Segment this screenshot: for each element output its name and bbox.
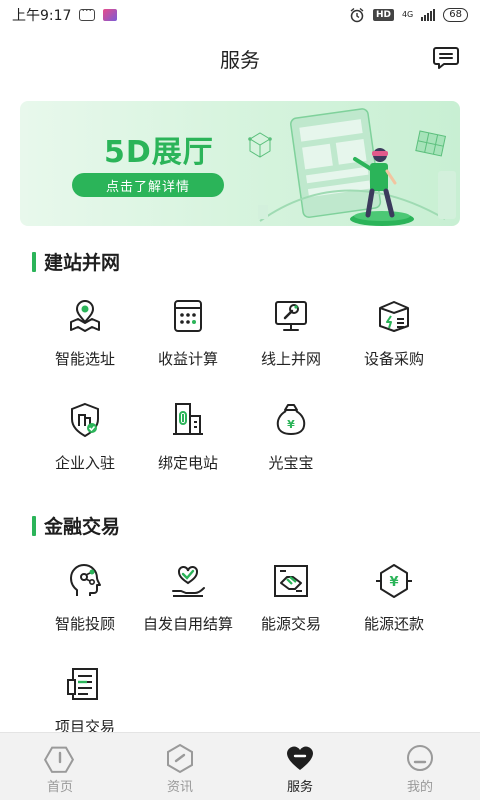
tab-service[interactable]: 服务 — [240, 733, 360, 800]
tab-label: 资讯 — [166, 780, 193, 795]
banner-title: 5D展厅 — [104, 135, 214, 170]
service-bind-station[interactable]: 绑定电站 — [136, 400, 240, 480]
service-guangbaobao[interactable]: ¥ 光宝宝 — [239, 400, 343, 480]
service-company-join[interactable]: 企业入驻 — [33, 400, 137, 480]
service-label: 设备采购 — [363, 350, 424, 368]
hexagon-yen-icon: ¥ — [376, 564, 412, 598]
head-gear-icon — [70, 564, 101, 596]
money-bag-icon: ¥ — [276, 404, 306, 436]
service-label: 能源还款 — [363, 615, 424, 633]
page-title: 服务 — [220, 47, 260, 72]
handshake-icon — [274, 565, 308, 597]
tab-label: 服务 — [286, 780, 313, 795]
message-notification-icon — [79, 4, 96, 21]
service-label: 收益计算 — [157, 350, 218, 368]
signal-icon — [421, 9, 436, 21]
service-label: 自发自用结算 — [142, 615, 233, 633]
section-title-finance: 金融交易 — [32, 512, 120, 539]
status-time: 上午9:17 — [12, 8, 72, 24]
hand-heart-icon — [172, 565, 205, 597]
alarm-icon — [350, 7, 364, 23]
calculator-icon — [174, 300, 202, 332]
status-bar: 上午9:17 HD 4G 68 — [0, 0, 480, 30]
service-smart-advisor[interactable]: 智能投顾 — [33, 561, 137, 641]
service-label: 企业入驻 — [54, 454, 115, 472]
building-link-icon — [173, 403, 203, 435]
tab-label: 我的 — [406, 780, 433, 795]
service-label: 光宝宝 — [268, 454, 314, 472]
service-label: 智能投顾 — [54, 615, 115, 633]
tab-profile[interactable]: 我的 — [360, 733, 480, 800]
service-energy-trade[interactable]: 能源交易 — [239, 561, 343, 641]
tab-news[interactable]: 资讯 — [120, 733, 240, 800]
box-icon — [379, 301, 409, 332]
service-label: 能源交易 — [260, 615, 321, 633]
service-label: 绑定电站 — [157, 454, 218, 472]
service-self-use-settlement[interactable]: 自发自用结算 — [136, 561, 240, 641]
news-icon — [167, 743, 193, 774]
service-smart-site[interactable]: 智能选址 — [33, 296, 137, 376]
section-accent-bar — [32, 515, 36, 536]
banner-detail-button[interactable]: 点击了解详情 — [72, 173, 224, 197]
hd-icon: HD — [372, 9, 394, 21]
shield-company-icon — [71, 402, 99, 438]
top-header: 服务 — [0, 30, 480, 86]
service-label: 线上并网 — [260, 350, 321, 368]
location-map-icon — [70, 300, 100, 332]
heart-service-icon — [287, 746, 313, 770]
app-notification-icon — [103, 9, 118, 21]
home-icon — [44, 746, 75, 773]
svg-text:¥: ¥ — [389, 575, 398, 590]
service-online-grid[interactable]: 线上并网 — [239, 296, 343, 376]
document-icon — [67, 668, 98, 700]
svg-text:¥: ¥ — [287, 418, 295, 431]
section-title-grid: 建站并网 — [32, 248, 120, 275]
service-energy-repay[interactable]: ¥ 能源还款 — [342, 561, 446, 641]
service-page: 上午9:17 HD 4G 68 服务 5D展厅 点击了解详情 — [0, 0, 480, 800]
service-equipment[interactable]: 设备采购 — [342, 296, 446, 376]
showroom-banner[interactable]: 5D展厅 点击了解详情 — [20, 101, 460, 226]
banner-illustration — [248, 108, 456, 226]
profile-icon — [407, 745, 433, 771]
section-title-text: 金融交易 — [44, 516, 121, 538]
service-revenue-calc[interactable]: 收益计算 — [136, 296, 240, 376]
service-label: 智能选址 — [54, 350, 115, 368]
battery-level: 68 — [443, 8, 468, 22]
monitor-wrench-icon — [275, 301, 307, 331]
bottom-tab-bar: 首页 资讯 服务 我的 — [0, 732, 480, 800]
message-icon[interactable] — [432, 44, 460, 72]
section-accent-bar — [32, 251, 36, 272]
network-type: 4G — [401, 10, 414, 19]
tab-home[interactable]: 首页 — [0, 733, 120, 800]
tab-label: 首页 — [46, 780, 73, 795]
section-title-text: 建站并网 — [44, 252, 121, 274]
